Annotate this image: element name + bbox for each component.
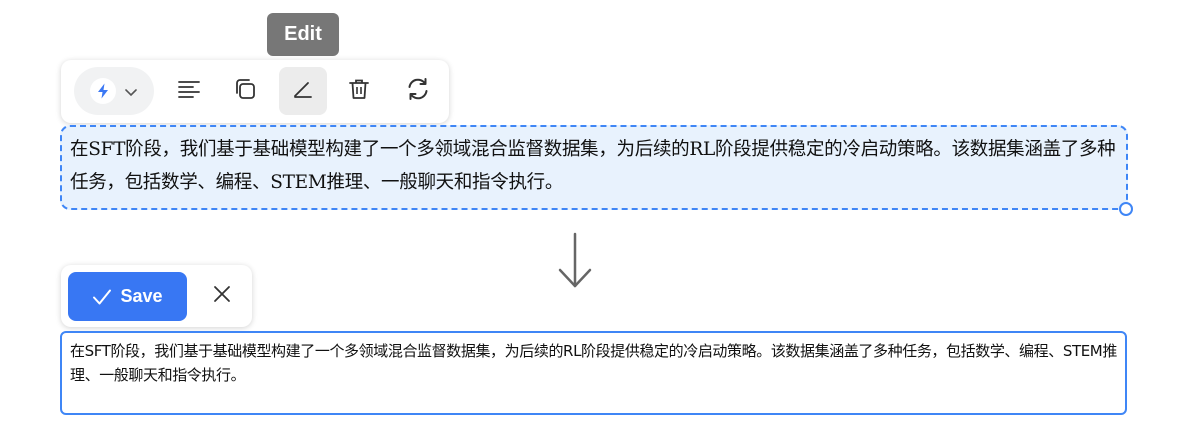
delete-button[interactable]: [335, 67, 383, 115]
close-button[interactable]: [201, 275, 243, 317]
bolt-icon: [90, 78, 116, 104]
save-label: Save: [120, 286, 163, 306]
message-text[interactable]: 在SFT阶段，我们基于基础模型构建了一个多领域混合监督数据集，为后续的RL阶段提…: [60, 125, 1128, 210]
align-left-icon: [177, 78, 201, 104]
edit-tooltip: Edit: [267, 13, 339, 56]
close-icon: [212, 284, 232, 308]
edit-icon: [291, 77, 315, 105]
align-button[interactable]: [165, 67, 213, 115]
edit-button[interactable]: [279, 67, 327, 115]
resize-handle[interactable]: [1119, 202, 1133, 216]
save-button[interactable]: Save: [68, 272, 187, 321]
refresh-icon: [405, 76, 431, 106]
message-toolbar: [61, 60, 449, 123]
chevron-down-icon: [124, 82, 138, 101]
check-icon: [92, 287, 112, 307]
model-selector[interactable]: [74, 67, 154, 115]
regenerate-button[interactable]: [394, 67, 442, 115]
tooltip-label: Edit: [284, 23, 322, 45]
edit-actions: Save: [61, 265, 252, 327]
arrow-down-icon: [555, 232, 595, 294]
copy-button[interactable]: [221, 67, 269, 115]
trash-icon: [347, 77, 371, 105]
message-editor[interactable]: 在SFT阶段，我们基于基础模型构建了一个多领域混合监督数据集，为后续的RL阶段提…: [60, 331, 1127, 415]
copy-icon: [233, 77, 257, 105]
